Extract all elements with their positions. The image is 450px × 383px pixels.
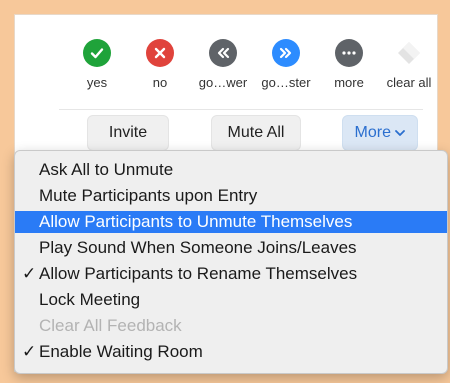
invite-button[interactable]: Invite [87,115,169,151]
mute-all-button-label: Mute All [227,124,285,141]
checkmark-icon: ✓ [22,264,37,283]
reaction-go-faster[interactable]: go…ster [256,39,316,90]
checkmark-icon: ✓ [22,342,37,361]
chevron-down-icon [395,116,406,150]
menu-item-label: Lock Meeting [39,290,141,309]
ellipsis-icon [335,39,363,67]
reaction-clear-all[interactable]: clear all [379,39,439,90]
invite-button-label: Invite [108,124,148,141]
fast-forward-icon [272,39,300,67]
menu-item-enable-waiting-room[interactable]: ✓ Enable Waiting Room [15,341,447,363]
menu-item-label: Clear All Feedback [39,316,182,335]
reaction-label: no [152,75,168,90]
reaction-more[interactable]: more [319,39,379,90]
mute-all-button[interactable]: Mute All [211,115,301,151]
reaction-label: more [334,75,364,90]
more-button-label: More [354,124,391,141]
menu-item-allow-unmute[interactable]: Allow Participants to Unmute Themselves [15,211,447,233]
reaction-label: go…ster [261,75,311,90]
reaction-go-slower[interactable]: go…wer [193,39,253,90]
eraser-icon [395,39,423,67]
reaction-label: yes [86,75,108,90]
menu-item-mute-upon-entry[interactable]: Mute Participants upon Entry [15,185,447,207]
divider [59,109,423,110]
x-icon [146,39,174,67]
menu-item-label: Ask All to Unmute [39,160,174,179]
menu-item-label: Play Sound When Someone Joins/Leaves [39,238,357,257]
reaction-label: clear all [386,75,432,90]
more-button[interactable]: More [342,115,418,151]
menu-item-label: Enable Waiting Room [39,342,203,361]
menu-item-label: Mute Participants upon Entry [39,186,258,205]
rewind-icon [209,39,237,67]
menu-item-label: Allow Participants to Rename Themselves [39,264,358,283]
check-icon [83,39,111,67]
reaction-yes[interactable]: yes [67,39,127,90]
menu-item-play-sound[interactable]: Play Sound When Someone Joins/Leaves [15,237,447,259]
menu-item-ask-all-to-unmute[interactable]: Ask All to Unmute [15,159,447,181]
reaction-no[interactable]: no [130,39,190,90]
reactions-row: yes no go…wer go…ster more clear all [67,39,450,95]
menu-item-lock-meeting[interactable]: Lock Meeting [15,289,447,311]
menu-item-label: Allow Participants to Unmute Themselves [39,212,353,231]
menu-item-allow-rename[interactable]: ✓ Allow Participants to Rename Themselve… [15,263,447,285]
reaction-label: go…wer [198,75,248,90]
more-dropdown-menu: Ask All to Unmute Mute Participants upon… [14,150,448,374]
menu-item-clear-all-feedback: Clear All Feedback [15,315,447,337]
